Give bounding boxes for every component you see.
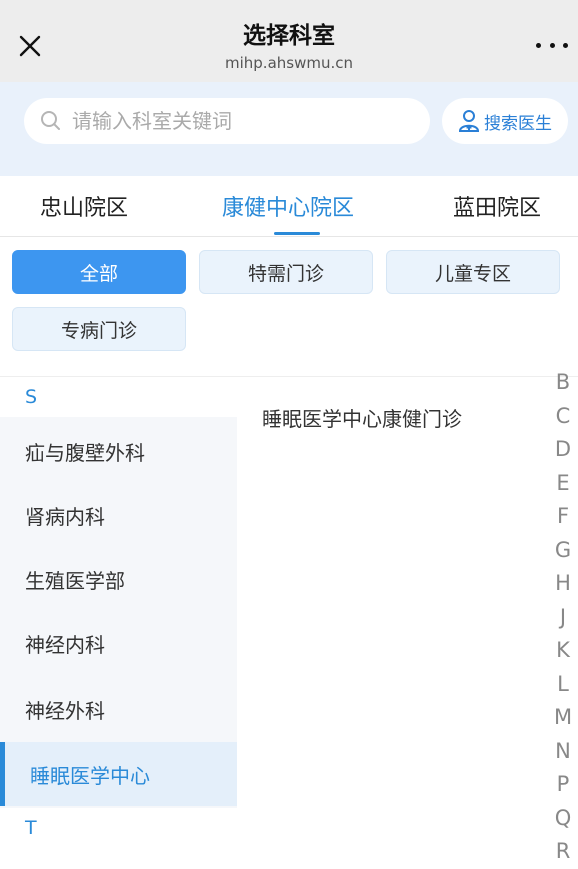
tab-lantian[interactable]: 蓝田院区 xyxy=(453,190,541,222)
filter-children[interactable]: 儿童专区 xyxy=(386,250,560,294)
alphabet-index[interactable]: B C D E F G H J K L M N P Q R xyxy=(548,366,578,869)
letter-header-t: T xyxy=(0,808,237,848)
search-input[interactable] xyxy=(70,108,414,134)
index-letter-j[interactable]: J xyxy=(548,601,578,635)
search-box[interactable] xyxy=(24,98,430,144)
index-letter-h[interactable]: H xyxy=(548,567,578,601)
department-item[interactable]: 肾病内科 xyxy=(0,483,237,547)
doctor-icon xyxy=(458,110,480,132)
title-bar: 选择科室 mihp.ahswmu.cn xyxy=(0,0,578,82)
letter-header-s: S xyxy=(0,377,237,417)
search-doctor-label: 搜索医生 xyxy=(484,113,552,134)
index-letter-q[interactable]: Q xyxy=(548,802,578,836)
department-item[interactable]: 神经外科 xyxy=(0,677,237,741)
department-list[interactable]: S 疝与腹壁外科 肾病内科 生殖医学部 神经内科 神经外科 睡眠医学中心 T xyxy=(0,377,237,848)
index-letter-k[interactable]: K xyxy=(548,634,578,668)
index-letter-f[interactable]: F xyxy=(548,500,578,534)
index-letter-n[interactable]: N xyxy=(548,735,578,769)
index-letter-e[interactable]: E xyxy=(548,467,578,501)
index-letter-r[interactable]: R xyxy=(548,835,578,869)
sub-department-item[interactable]: 睡眠医学中心康健门诊 xyxy=(262,403,462,432)
index-letter-p[interactable]: P xyxy=(548,768,578,802)
page-url: mihp.ahswmu.cn xyxy=(225,54,353,72)
department-item[interactable]: 疝与腹壁外科 xyxy=(0,419,237,483)
filter-specialty-clinic[interactable]: 专病门诊 xyxy=(12,307,186,351)
search-icon xyxy=(41,111,60,130)
campus-tabs: 忠山院区 康健中心院区 蓝田院区 xyxy=(0,176,578,237)
filter-chips: 全部 特需门诊 儿童专区 专病门诊 xyxy=(0,237,578,377)
index-letter-m[interactable]: M xyxy=(548,701,578,735)
index-letter-d[interactable]: D xyxy=(548,433,578,467)
more-dots-icon[interactable] xyxy=(536,38,568,52)
index-letter-b[interactable]: B xyxy=(548,366,578,400)
active-tab-indicator xyxy=(274,232,320,235)
filter-all[interactable]: 全部 xyxy=(12,250,186,294)
page-title: 选择科室 xyxy=(243,23,335,49)
filter-special-clinic[interactable]: 特需门诊 xyxy=(199,250,373,294)
index-letter-g[interactable]: G xyxy=(548,534,578,568)
department-item[interactable]: 神经内科 xyxy=(0,611,237,675)
department-item-selected[interactable]: 睡眠医学中心 xyxy=(0,742,237,806)
tab-zhongshan[interactable]: 忠山院区 xyxy=(40,190,128,222)
department-item[interactable]: 生殖医学部 xyxy=(0,547,237,611)
sub-department-panel: 睡眠医学中心康健门诊 xyxy=(237,377,547,848)
index-letter-l[interactable]: L xyxy=(548,668,578,702)
index-letter-c[interactable]: C xyxy=(548,400,578,434)
search-area: 搜索医生 xyxy=(0,82,578,176)
search-doctor-button[interactable]: 搜索医生 xyxy=(442,98,568,144)
tab-kangjian[interactable]: 康健中心院区 xyxy=(222,190,354,222)
